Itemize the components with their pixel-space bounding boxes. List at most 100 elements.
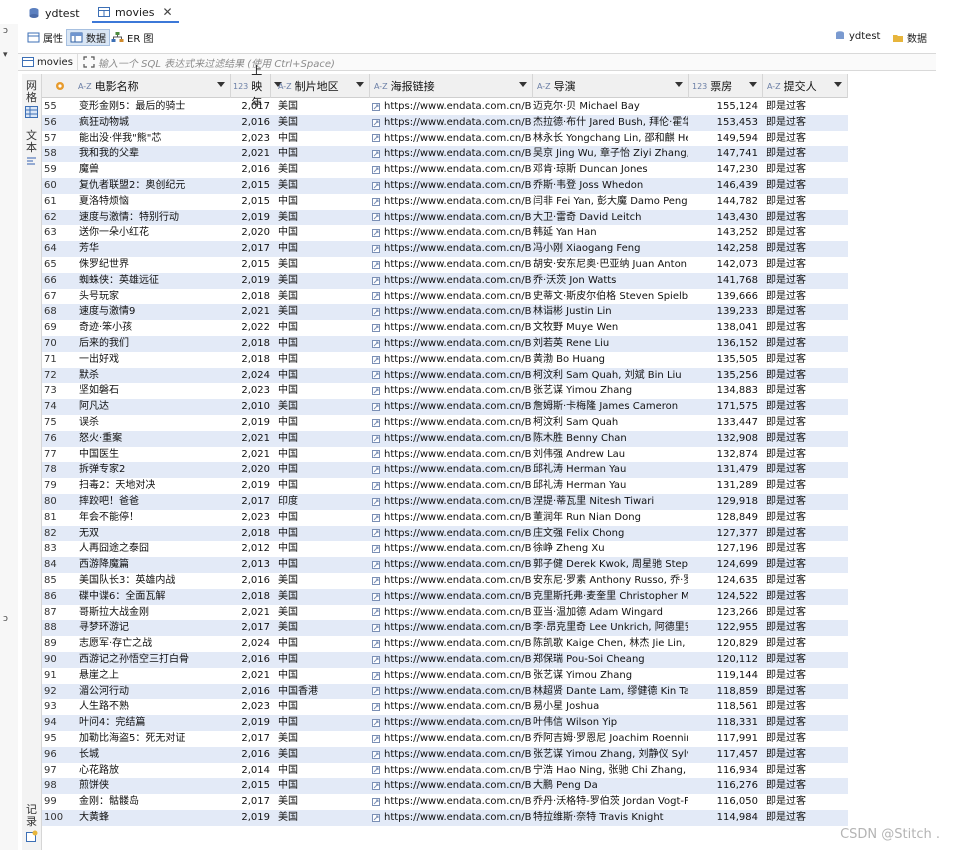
link-icon[interactable] xyxy=(372,561,380,570)
cell-box-office[interactable]: 120,112 xyxy=(690,652,758,668)
cell-movie-name[interactable]: 加勒比海盗5：死无对证 xyxy=(79,731,229,747)
row-number[interactable]: 88 xyxy=(44,620,74,636)
filter-table-name[interactable]: movies xyxy=(18,54,78,70)
cell-region[interactable]: 中国 xyxy=(278,146,368,162)
grid-view-icon[interactable] xyxy=(25,106,38,118)
cell-submitter[interactable]: 即是过客 xyxy=(766,415,846,431)
table-row[interactable]: 97 心花路放 2,014 中国 https://www.endata.com.cn/B… xyxy=(42,763,848,779)
cell-region[interactable]: 美国 xyxy=(278,115,368,131)
cell-director[interactable]: 邱礼涛 Herman Yau xyxy=(533,478,688,494)
row-number[interactable]: 83 xyxy=(44,541,74,557)
cell-release-year[interactable]: 2,015 xyxy=(232,194,270,210)
cell-director[interactable]: 张艺谋 Yimou Zhang xyxy=(533,668,688,684)
row-number[interactable]: 93 xyxy=(44,699,74,715)
cell-movie-name[interactable]: 送你一朵小红花 xyxy=(79,225,229,241)
cell-director[interactable]: 李·昂克里奇 Lee Unkrich, 阿德里安 xyxy=(533,620,688,636)
table-row[interactable]: 83 人再囧途之泰囧 2,012 中国 https://www.endata.com.c… xyxy=(42,541,848,557)
cell-movie-name[interactable]: 魔兽 xyxy=(79,162,229,178)
cell-submitter[interactable]: 即是过客 xyxy=(766,605,846,621)
cell-poster-link[interactable]: https://www.endata.com.cn/Box xyxy=(372,526,532,542)
cell-submitter[interactable]: 即是过客 xyxy=(766,699,846,715)
cell-submitter[interactable]: 即是过客 xyxy=(766,115,846,131)
cell-submitter[interactable]: 即是过客 xyxy=(766,368,846,384)
cell-movie-name[interactable]: 阿凡达 xyxy=(79,399,229,415)
cell-director[interactable]: 乔丹·沃格特-罗伯茨 Jordan Vogt-F xyxy=(533,794,688,810)
table-row[interactable]: 84 西游降魔篇 2,013 中国 https://www.endata.com.cn/… xyxy=(42,557,848,573)
cell-release-year[interactable]: 2,019 xyxy=(232,810,270,826)
cell-movie-name[interactable]: 奇迹·笨小孩 xyxy=(79,320,229,336)
row-number[interactable]: 80 xyxy=(44,494,74,510)
cell-poster-link[interactable]: https://www.endata.com.cn/Box xyxy=(372,162,532,178)
cell-poster-link[interactable]: https://www.endata.com.cn/Box xyxy=(372,210,532,226)
link-icon[interactable] xyxy=(372,766,380,775)
cell-box-office[interactable]: 127,196 xyxy=(690,541,758,557)
cell-poster-link[interactable]: https://www.endata.com.cn/Box xyxy=(372,636,532,652)
cell-movie-name[interactable]: 速度与激情：特别行动 xyxy=(79,210,229,226)
link-icon[interactable] xyxy=(372,403,380,412)
cell-submitter[interactable]: 即是过客 xyxy=(766,352,846,368)
cell-box-office[interactable]: 124,699 xyxy=(690,557,758,573)
cell-poster-link[interactable]: https://www.endata.com.cn/Box xyxy=(372,131,532,147)
table-row[interactable]: 63 送你一朵小红花 2,020 中国 https://www.endata.com.c… xyxy=(42,225,848,241)
cell-poster-link[interactable]: https://www.endata.com.cn/Box xyxy=(372,494,532,510)
cell-submitter[interactable]: 即是过客 xyxy=(766,304,846,320)
row-number[interactable]: 71 xyxy=(44,352,74,368)
cell-director[interactable]: 叶伟信 Wilson Yip xyxy=(533,715,688,731)
table-row[interactable]: 69 奇迹·笨小孩 2,022 中国 https://www.endata.com.cn… xyxy=(42,320,848,336)
cell-movie-name[interactable]: 叶问4：完结篇 xyxy=(79,715,229,731)
cell-poster-link[interactable]: https://www.endata.com.cn/Box xyxy=(372,115,532,131)
cell-release-year[interactable]: 2,018 xyxy=(232,336,270,352)
cell-release-year[interactable]: 2,013 xyxy=(232,557,270,573)
link-icon[interactable] xyxy=(372,529,380,538)
cell-box-office[interactable]: 141,768 xyxy=(690,273,758,289)
cell-poster-link[interactable]: https://www.endata.com.cn/Box xyxy=(372,99,532,115)
table-row[interactable]: 90 西游记之孙悟空三打白骨 2,016 中国 https://www.endata.c… xyxy=(42,652,848,668)
link-icon[interactable] xyxy=(372,497,380,506)
cell-release-year[interactable]: 2,016 xyxy=(232,573,270,589)
cell-poster-link[interactable]: https://www.endata.com.cn/Box xyxy=(372,399,532,415)
cell-submitter[interactable]: 即是过客 xyxy=(766,478,846,494)
cell-region[interactable]: 美国 xyxy=(278,731,368,747)
column-filter-icon[interactable] xyxy=(519,82,527,87)
row-number[interactable]: 57 xyxy=(44,131,74,147)
cell-submitter[interactable]: 即是过客 xyxy=(766,273,846,289)
cell-box-office[interactable]: 139,233 xyxy=(690,304,758,320)
link-icon[interactable] xyxy=(372,513,380,522)
link-icon[interactable] xyxy=(372,750,380,759)
cell-movie-name[interactable]: 扫毒2：天地对决 xyxy=(79,478,229,494)
cell-box-office[interactable]: 143,252 xyxy=(690,225,758,241)
row-number[interactable]: 95 xyxy=(44,731,74,747)
filter-input[interactable]: 输入一个 SQL 表达式来过滤结果 (使用 Ctrl+Space) xyxy=(98,55,335,70)
table-row[interactable]: 82 无双 2,018 中国 https://www.endata.com.cn/Box… xyxy=(42,525,848,542)
cell-director[interactable]: 郭子健 Derek Kwok, 周星驰 Stephe xyxy=(533,557,688,573)
cell-box-office[interactable]: 144,782 xyxy=(690,194,758,210)
link-icon[interactable] xyxy=(372,276,380,285)
cell-submitter[interactable]: 即是过客 xyxy=(766,778,846,794)
cell-movie-name[interactable]: 蜘蛛侠：英雄远征 xyxy=(79,273,229,289)
link-icon[interactable] xyxy=(372,197,380,206)
cell-region[interactable]: 中国香港 xyxy=(278,684,368,700)
cell-movie-name[interactable]: 拆弹专家2 xyxy=(79,462,229,478)
cell-region[interactable]: 中国 xyxy=(278,131,368,147)
cell-box-office[interactable]: 118,859 xyxy=(690,684,758,700)
cell-poster-link[interactable]: https://www.endata.com.cn/Box xyxy=(372,731,532,747)
row-number[interactable]: 81 xyxy=(44,510,74,526)
cell-submitter[interactable]: 即是过客 xyxy=(766,257,846,273)
cell-region[interactable]: 美国 xyxy=(278,573,368,589)
row-number[interactable]: 73 xyxy=(44,383,74,399)
cell-director[interactable]: 冯小刚 Xiaogang Feng xyxy=(533,241,688,257)
cell-poster-link[interactable]: https://www.endata.com.cn/Box xyxy=(372,178,532,194)
table-row[interactable]: 99 金刚：骷髅岛 2,017 美国 https://www.endata.com.cn… xyxy=(42,794,848,810)
cell-poster-link[interactable]: https://www.endata.com.cn/Box xyxy=(372,431,532,447)
cell-director[interactable]: 易小星 Joshua xyxy=(533,699,688,715)
row-number[interactable]: 98 xyxy=(44,778,74,794)
cell-poster-link[interactable]: https://www.endata.com.cn/Box xyxy=(372,794,532,810)
cell-release-year[interactable]: 2,018 xyxy=(232,352,270,368)
table-row[interactable]: 77 中国医生 2,021 中国 https://www.endata.com.cn/B… xyxy=(42,447,848,463)
cell-director[interactable]: 陈木胜 Benny Chan xyxy=(533,431,688,447)
cell-release-year[interactable]: 2,016 xyxy=(232,115,270,131)
table-row[interactable]: 71 一出好戏 2,018 中国 https://www.endata.com.cn/B… xyxy=(42,352,848,368)
subtab-data[interactable]: 数据 xyxy=(66,29,110,46)
cell-poster-link[interactable]: https://www.endata.com.cn/Box xyxy=(372,241,532,257)
cell-movie-name[interactable]: 中国医生 xyxy=(79,447,229,463)
